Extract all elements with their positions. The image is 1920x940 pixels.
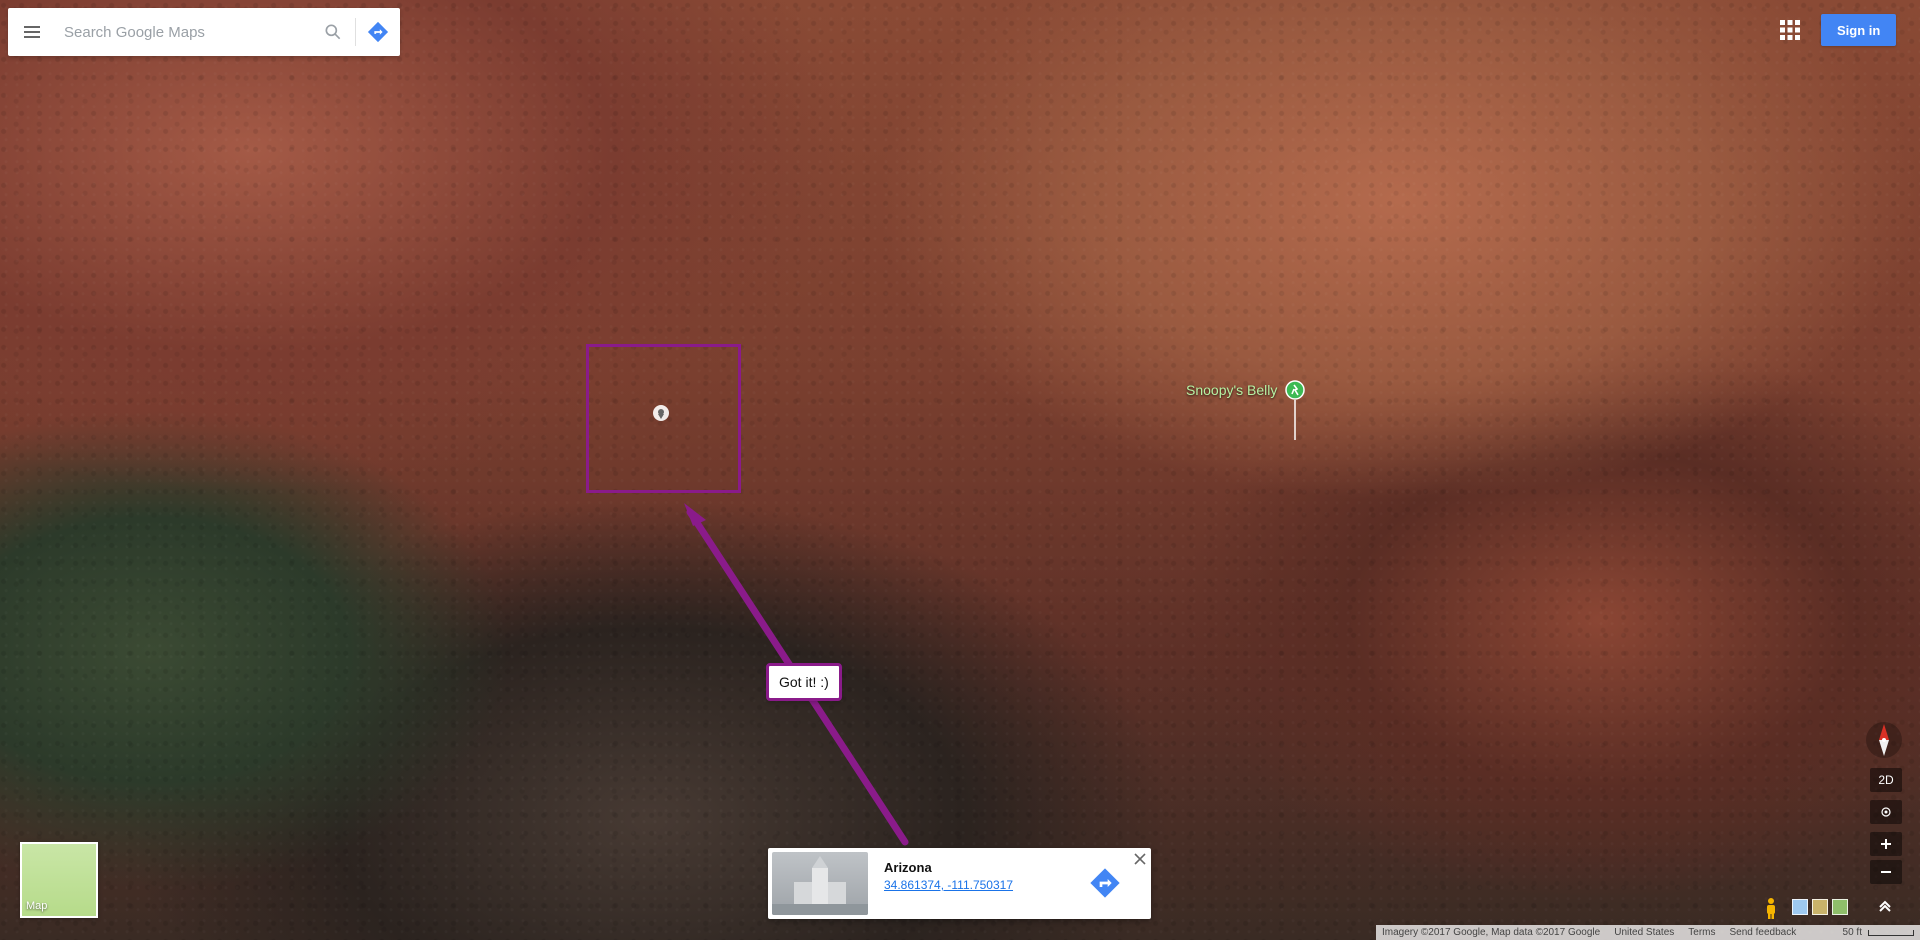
- send-feedback-link[interactable]: Send feedback: [1730, 927, 1797, 938]
- layer-thumbnail-2[interactable]: [1812, 899, 1828, 915]
- location-title: Arizona: [884, 860, 932, 875]
- map-view-toggle[interactable]: Map: [20, 842, 98, 918]
- zoom-in-button[interactable]: [1870, 832, 1902, 856]
- hiking-place-icon[interactable]: [1285, 380, 1305, 400]
- close-icon[interactable]: [1133, 852, 1147, 866]
- crosshair-icon: [1881, 807, 1891, 817]
- layer-thumbnail-3[interactable]: [1832, 899, 1848, 915]
- satellite-3d-map[interactable]: Sign in Got it! :) Snoopy's Belly Arizon…: [0, 0, 1920, 940]
- zoom-out-button[interactable]: [1870, 860, 1902, 884]
- scale-bar: [1868, 929, 1914, 936]
- toggle-2d-button[interactable]: 2D: [1870, 768, 1902, 792]
- compass-icon[interactable]: [1864, 720, 1904, 760]
- map-view-label: Map: [26, 900, 48, 912]
- country-label[interactable]: United States: [1614, 927, 1674, 938]
- location-thumbnail[interactable]: [772, 852, 868, 915]
- building-thumbnail-icon: [772, 856, 868, 915]
- pegman-icon[interactable]: [1762, 897, 1780, 919]
- annotation-callout: Got it! :): [766, 663, 842, 701]
- place-label[interactable]: Snoopy's Belly: [1186, 382, 1277, 398]
- place-marker-stem: [1294, 400, 1296, 440]
- scale-indicator[interactable]: 50 ft: [1843, 927, 1914, 938]
- scale-label: 50 ft: [1842, 927, 1862, 938]
- minus-icon: [1881, 871, 1891, 873]
- directions-arrow-icon[interactable]: [1089, 867, 1121, 899]
- annotation-arrow: [684, 503, 909, 846]
- location-pin-icon[interactable]: [651, 403, 671, 423]
- location-info-card: Arizona 34.861374, -111.750317: [768, 848, 1151, 919]
- plus-icon: [1881, 839, 1891, 849]
- expand-chevron-icon[interactable]: [1876, 897, 1894, 915]
- location-coordinates-link[interactable]: 34.861374, -111.750317: [884, 878, 1013, 892]
- terms-link[interactable]: Terms: [1688, 927, 1715, 938]
- my-location-button[interactable]: [1870, 800, 1902, 824]
- imagery-attribution: Imagery ©2017 Google, Map data ©2017 Goo…: [1382, 927, 1601, 938]
- map-footer: Imagery ©2017 Google, Map data ©2017 Goo…: [1376, 925, 1920, 940]
- layer-thumbnail-1[interactable]: [1792, 899, 1808, 915]
- imagery-layers-row[interactable]: [1792, 899, 1850, 915]
